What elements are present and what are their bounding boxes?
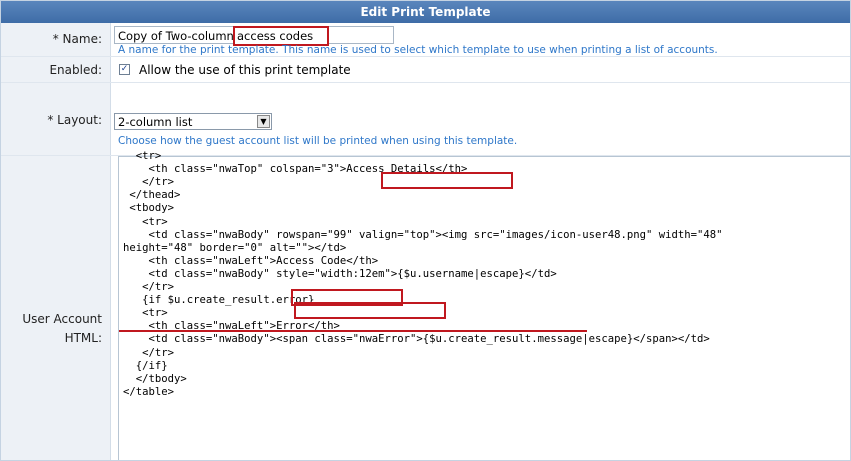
name-hint: A name for the print template. This name… — [118, 44, 718, 56]
code-line: <tbody> — [123, 202, 175, 215]
name-label: * Name: — [52, 32, 102, 46]
layout-row: * Layout: 2-column list ▼ Choose how the… — [1, 83, 850, 156]
enabled-row: Enabled: ✓ Allow the use of this print t… — [1, 57, 850, 83]
layout-label-cell: * Layout: — [1, 83, 111, 155]
layout-label: * Layout: — [47, 113, 102, 127]
layout-selected-value: 2-column list — [118, 115, 193, 129]
edit-print-template-panel: Edit Print Template * Name: Copy of Two-… — [0, 0, 851, 461]
code-line: <tr> — [123, 307, 168, 320]
code-line: <td class="nwaBody" style="width:12em">{… — [123, 267, 557, 280]
highlight-style-width — [294, 302, 446, 319]
code-line: {if $u.create_result.error} — [123, 294, 315, 307]
code-line: {/if} — [123, 359, 168, 372]
code-line: </tbody> — [123, 372, 187, 385]
name-highlight-box: access codes — [233, 26, 329, 46]
code-line: </table> — [123, 385, 175, 398]
code-line: </tr> — [123, 346, 175, 359]
layout-hint: Choose how the guest account list will b… — [118, 135, 518, 147]
code-line: height="48" border="0" alt=""></td> — [123, 241, 347, 254]
code-line: <th class="nwaLeft">Access Code</th> — [123, 254, 379, 267]
code-line: <td class="nwaBody"><span class="nwaErro… — [123, 333, 710, 346]
highlight-access-details — [381, 172, 513, 189]
user-html-row: User Account HTML: <tr> <th class="nwaTo… — [1, 150, 850, 460]
user-html-label: User Account HTML: — [22, 312, 102, 345]
code-line: <td class="nwaBody" rowspan="99" valign=… — [123, 228, 723, 241]
user-html-textarea[interactable]: <tr> <th class="nwaTop" colspan="3">Acce… — [118, 150, 850, 460]
enabled-checkbox[interactable]: ✓ — [119, 64, 130, 75]
user-html-label-cell: User Account HTML: — [1, 156, 111, 460]
required-mark: * — [52, 32, 59, 46]
name-value-prefix: Copy of Two-column — [118, 29, 234, 43]
code-line: <tr> — [123, 215, 168, 228]
enabled-label: Enabled: — [49, 63, 102, 77]
required-mark: * — [47, 113, 54, 127]
highlight-underline — [119, 330, 587, 332]
code-line: </thead> — [123, 189, 181, 202]
code-line: </tr> — [123, 176, 175, 189]
code-line: <tr> — [123, 150, 162, 162]
check-icon: ✓ — [120, 64, 129, 74]
layout-select[interactable]: 2-column list ▼ — [114, 113, 272, 130]
enabled-label-cell: Enabled: — [1, 57, 111, 82]
name-value-highlight: access codes — [237, 29, 314, 43]
code-line: </tr> — [123, 281, 175, 293]
chevron-down-icon[interactable]: ▼ — [257, 115, 270, 128]
enabled-checkbox-label[interactable]: Allow the use of this print template — [139, 63, 351, 77]
name-label-cell: * Name: — [1, 23, 111, 56]
name-row: * Name: Copy of Two-column access codes … — [1, 23, 850, 57]
panel-title: Edit Print Template — [1, 1, 850, 23]
